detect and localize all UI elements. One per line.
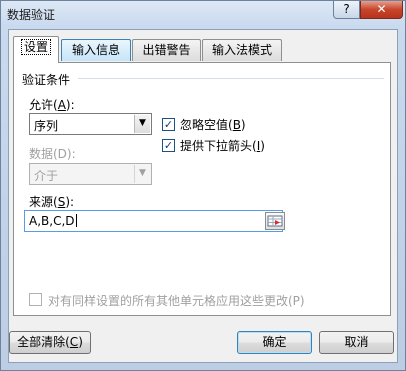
range-select-icon: [267, 215, 283, 227]
tab-settings[interactable]: 设置: [13, 36, 59, 63]
tab-ime-mode[interactable]: 输入法模式: [202, 39, 282, 61]
dialog-body: 设置 输入信息 出错警告 输入法模式 验证条件 允许(A): 序列 ▼ ✓ 忽略…: [8, 29, 398, 363]
tab-input-message[interactable]: 输入信息: [61, 39, 131, 61]
source-label: 来源(S):: [29, 195, 75, 209]
allow-value: 序列: [34, 119, 59, 133]
tab-error-alert[interactable]: 出错警告: [132, 39, 201, 61]
tab-error-alert-label: 出错警告: [142, 43, 191, 57]
tab-input-message-label: 输入信息: [71, 43, 120, 57]
allow-dropdown[interactable]: 序列 ▼: [29, 113, 152, 135]
help-icon: ?: [343, 2, 350, 16]
cancel-button[interactable]: 取消: [319, 331, 394, 354]
apply-all-label: 对有同样设置的所有其他单元格应用这些更改(P): [48, 294, 305, 308]
settings-panel: 验证条件 允许(A): 序列 ▼ ✓ 忽略空值(B) ✓ 提供下拉箭头(I) 数…: [13, 62, 391, 316]
ignore-blank-checkbox[interactable]: ✓: [162, 118, 175, 131]
chevron-down-icon: ▼: [134, 165, 150, 183]
title-bar[interactable]: 数据验证 ? ✕: [1, 1, 405, 27]
data-validation-dialog: 数据验证 ? ✕ 设置 输入信息 出错警告 输入法模式 验证条件 允许(A): …: [0, 0, 406, 371]
data-value: 介于: [34, 169, 59, 183]
data-label: 数据(D):: [29, 147, 76, 161]
in-cell-dropdown-checkbox[interactable]: ✓: [162, 139, 175, 152]
close-button[interactable]: ✕: [360, 1, 403, 19]
section-title: 验证条件: [22, 73, 71, 87]
apply-all-checkbox: [29, 293, 42, 306]
allow-label: 允许(A):: [29, 98, 75, 112]
clear-all-button[interactable]: 全部清除(C): [9, 331, 91, 354]
ignore-blank-label[interactable]: 忽略空值(B): [180, 116, 246, 133]
section-divider: [78, 78, 384, 79]
data-dropdown: 介于 ▼: [29, 163, 152, 185]
source-input[interactable]: A,B,C,D: [24, 210, 283, 232]
in-cell-dropdown-label[interactable]: 提供下拉箭头(I): [180, 137, 265, 154]
ok-button[interactable]: 确定: [237, 331, 312, 354]
close-icon: ✕: [376, 2, 387, 16]
source-value: A,B,C,D: [29, 214, 77, 228]
help-button[interactable]: ?: [333, 1, 360, 19]
tab-ime-mode-label: 输入法模式: [211, 43, 272, 57]
dialog-title: 数据验证: [7, 8, 56, 22]
range-select-button[interactable]: [265, 212, 285, 230]
tab-settings-label: 设置: [20, 39, 51, 55]
chevron-down-icon[interactable]: ▼: [134, 115, 150, 133]
